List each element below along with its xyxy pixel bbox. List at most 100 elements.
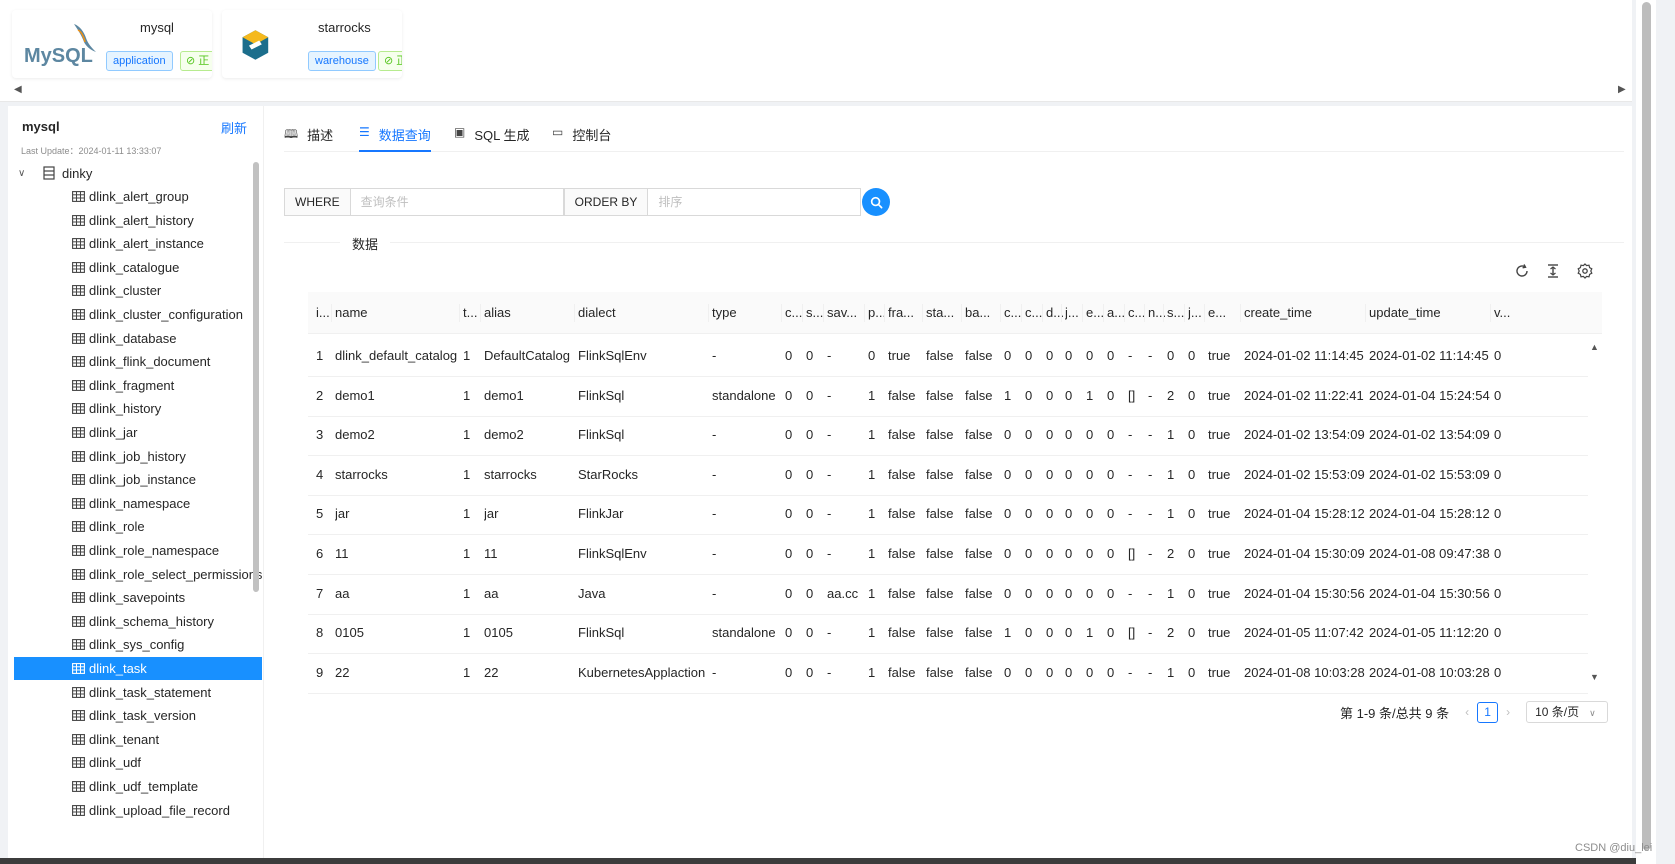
tree-item-table[interactable]: dlink_database bbox=[14, 327, 262, 350]
column-header[interactable]: e... bbox=[1208, 292, 1242, 334]
column-divider[interactable] bbox=[961, 304, 962, 322]
sidebar-scrollbar[interactable] bbox=[253, 162, 259, 592]
tree-item-table[interactable]: dlink_fragment bbox=[14, 374, 262, 397]
column-divider[interactable] bbox=[781, 304, 782, 322]
scroll-right-icon[interactable]: ▶ bbox=[1618, 84, 1626, 95]
tree-item-table[interactable]: dlink_history bbox=[14, 397, 262, 420]
tree-item-table[interactable]: dlink_udf_template bbox=[14, 775, 262, 798]
table-row[interactable]: 3 demo2 1 demo2 FlinkSql -0 0-1 false false false… bbox=[308, 414, 1588, 457]
column-header[interactable]: type bbox=[712, 292, 782, 334]
scroll-down-icon[interactable]: ▼ bbox=[1590, 672, 1599, 682]
column-divider[interactable] bbox=[1103, 304, 1104, 322]
column-divider[interactable] bbox=[1204, 304, 1205, 322]
tree-item-table[interactable]: dlink_cluster bbox=[14, 279, 262, 302]
column-header[interactable]: ba... bbox=[965, 292, 1001, 334]
column-divider[interactable] bbox=[331, 304, 332, 322]
column-divider[interactable] bbox=[823, 304, 824, 322]
column-header[interactable]: j... bbox=[1065, 292, 1083, 334]
setting-icon[interactable] bbox=[1577, 263, 1593, 279]
table-row[interactable]: 5 jar 1 jar FlinkJar -0 0-1 false false false 0 0 0 0… bbox=[308, 493, 1588, 536]
page-number-current[interactable]: 1 bbox=[1477, 701, 1499, 723]
column-header[interactable]: c... bbox=[1004, 292, 1022, 334]
tree-item-table[interactable]: dlink_role bbox=[14, 515, 262, 538]
page-scrollbar-thumb[interactable] bbox=[1642, 2, 1651, 850]
scroll-up-icon[interactable]: ▲ bbox=[1590, 342, 1599, 352]
scroll-left-icon[interactable]: ◀ bbox=[14, 84, 22, 95]
column-header[interactable]: sav... bbox=[827, 292, 865, 334]
tree-item-table[interactable]: dlink_job_history bbox=[14, 445, 262, 468]
column-divider[interactable] bbox=[1082, 304, 1083, 322]
refresh-button[interactable]: 刷新 bbox=[221, 118, 247, 137]
tree-item-table[interactable]: dlink_alert_history bbox=[14, 209, 262, 232]
tree-item-table[interactable]: dlink_task bbox=[14, 657, 262, 680]
column-divider[interactable] bbox=[922, 304, 923, 322]
column-divider[interactable] bbox=[1021, 304, 1022, 322]
column-header[interactable]: fra... bbox=[888, 292, 924, 334]
column-header[interactable]: name bbox=[335, 292, 460, 334]
search-button[interactable] bbox=[862, 188, 891, 216]
horizontal-scrollbar[interactable]: ◀ ▶ bbox=[10, 84, 1626, 98]
column-divider[interactable] bbox=[480, 304, 481, 322]
column-header[interactable]: t... bbox=[463, 292, 481, 334]
column-divider[interactable] bbox=[1144, 304, 1145, 322]
table-row[interactable]: 2 demo1 1 demo1 FlinkSql standalone 0 0-1 false f… bbox=[308, 375, 1588, 417]
tree-item-table[interactable]: dlink_role_namespace bbox=[14, 539, 262, 562]
tree-item-table[interactable]: dlink_cluster_configuration bbox=[14, 303, 262, 326]
tab-data-query[interactable]: ☰ 数据查询 bbox=[359, 125, 431, 152]
column-divider[interactable] bbox=[884, 304, 885, 322]
column-divider[interactable] bbox=[574, 304, 575, 322]
column-divider[interactable] bbox=[1000, 304, 1001, 322]
tree-item-table[interactable]: dlink_namespace bbox=[14, 492, 262, 515]
tree-item-table[interactable]: dlink_tenant bbox=[14, 728, 262, 751]
column-divider[interactable] bbox=[1061, 304, 1062, 322]
column-divider[interactable] bbox=[864, 304, 865, 322]
tab-sql-generate[interactable]: ▣ SQL 生成 bbox=[454, 125, 530, 152]
where-input[interactable] bbox=[350, 188, 564, 216]
tree-item-table[interactable]: dlink_sys_config bbox=[14, 633, 262, 656]
column-divider[interactable] bbox=[1163, 304, 1164, 322]
tree-item-table[interactable]: dlink_catalogue bbox=[14, 256, 262, 279]
column-header[interactable]: dialect bbox=[578, 292, 708, 334]
column-header[interactable]: c... bbox=[1025, 292, 1043, 334]
column-header[interactable]: create_time bbox=[1244, 292, 1366, 334]
column-divider[interactable] bbox=[802, 304, 803, 322]
table-row[interactable]: 7 aa 1 aa Java -0 0 aa.cc 1 false false false 0 0 0 0 0 0… bbox=[308, 573, 1588, 615]
next-page-icon[interactable]: › bbox=[1506, 705, 1510, 719]
tree-item-table[interactable]: dlink_savepoints bbox=[14, 586, 262, 609]
page-size-select[interactable]: 10 条/页 ∨ bbox=[1526, 701, 1609, 723]
column-header[interactable]: sta... bbox=[926, 292, 962, 334]
reload-icon[interactable] bbox=[1514, 263, 1530, 279]
column-divider[interactable] bbox=[1124, 304, 1125, 322]
table-row[interactable]: 4 starrocks 1 starrocks StarRocks -0 0-1 false f… bbox=[308, 454, 1588, 496]
table-row[interactable]: 6 11 1 11 FlinkSqlEnv -0 0-1 false false false 0 0 0… bbox=[308, 533, 1588, 575]
column-divider[interactable] bbox=[708, 304, 709, 322]
tab-console[interactable]: ▭ 控制台 bbox=[552, 125, 611, 152]
column-divider[interactable] bbox=[1365, 304, 1366, 322]
column-height-icon[interactable] bbox=[1545, 263, 1561, 279]
table-row[interactable]: 8 0105 1 0105 FlinkSql standalone 0 0-1 false fal… bbox=[308, 612, 1588, 655]
column-divider[interactable] bbox=[1240, 304, 1241, 322]
table-row[interactable]: 1 dlink_default_catalog 1 DefaultCatalog Fli… bbox=[308, 335, 1588, 377]
tree-item-table[interactable]: dlink_alert_group bbox=[14, 185, 262, 208]
tree-node-database[interactable]: ∨ dinky bbox=[18, 162, 92, 184]
tree-item-table[interactable]: dlink_jar bbox=[14, 421, 262, 444]
tree-item-table[interactable]: dlink_role_select_permissions bbox=[14, 563, 262, 586]
column-header[interactable]: s... bbox=[806, 292, 824, 334]
tree-item-table[interactable]: dlink_alert_instance bbox=[14, 232, 262, 255]
tree-item-table[interactable]: dlink_task_version bbox=[14, 704, 262, 727]
order-by-input[interactable] bbox=[648, 188, 862, 216]
column-header[interactable]: s... bbox=[1167, 292, 1185, 334]
column-header[interactable]: v... bbox=[1494, 292, 1520, 334]
column-divider[interactable] bbox=[1042, 304, 1043, 322]
column-header[interactable]: e... bbox=[1086, 292, 1104, 334]
tree-item-table[interactable]: dlink_udf bbox=[14, 751, 262, 774]
column-divider[interactable] bbox=[459, 304, 460, 322]
tree-item-table[interactable]: dlink_upload_file_record bbox=[14, 799, 262, 822]
column-header[interactable]: a... bbox=[1107, 292, 1125, 334]
chevron-down-icon[interactable]: ∨ bbox=[18, 168, 38, 179]
table-row[interactable]: 9 22 1 22 KubernetesApplaction -0 0-1 false fals… bbox=[308, 652, 1588, 694]
datasource-card-starrocks[interactable]: starrocks warehouse ⊘ 正 bbox=[222, 10, 402, 78]
datasource-card-mysql[interactable]: MySQL mysql application ⊘ 正 bbox=[12, 10, 212, 78]
column-header[interactable]: alias bbox=[484, 292, 576, 334]
column-divider[interactable] bbox=[1490, 304, 1491, 322]
